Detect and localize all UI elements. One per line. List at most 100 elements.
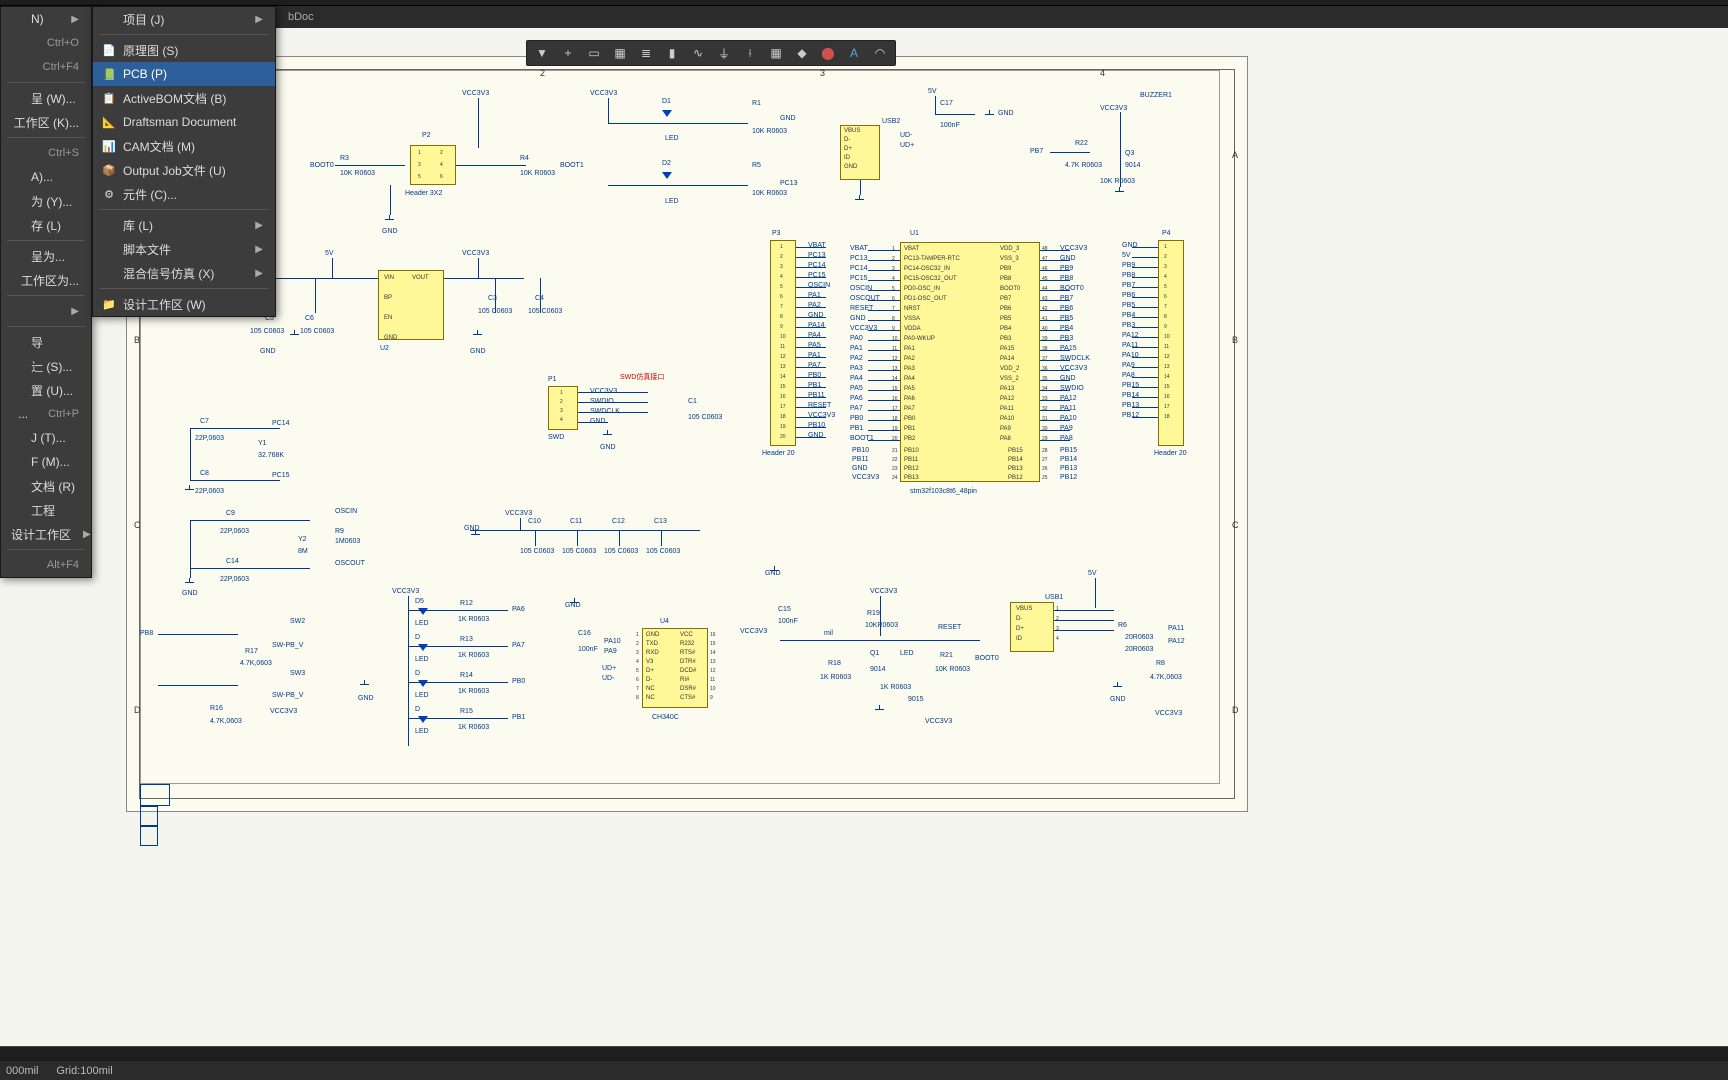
- wire: [796, 337, 826, 338]
- sch-text: PA4: [904, 376, 915, 382]
- menu-item[interactable]: 工程: [1, 498, 91, 522]
- menu-item[interactable]: 工作区为...: [1, 268, 91, 292]
- sch-text: PB6: [1000, 306, 1011, 312]
- floating-toolbar[interactable]: ▼+▭▦≣▮∿⏚⟊▦◆⬤A◠: [526, 40, 896, 66]
- menu-item[interactable]: Ctrl+S: [1, 141, 91, 165]
- dim-button[interactable]: ⟊: [739, 42, 761, 64]
- side-letter: A: [1232, 150, 1238, 160]
- group-button[interactable]: ▦: [609, 42, 631, 64]
- wave-button[interactable]: ∿: [687, 42, 709, 64]
- menu-item[interactable]: 呈为...: [1, 244, 91, 268]
- menu-item[interactable]: 辷 (S)...: [1, 354, 91, 378]
- sch-text: VCC3V3: [590, 90, 617, 97]
- wire: [780, 640, 980, 641]
- sch-text: PB13: [1060, 465, 1077, 472]
- sch-text: 5V: [1088, 570, 1097, 577]
- sch-text: 1: [1056, 606, 1059, 612]
- menu-item[interactable]: 工作区 (K)...: [1, 110, 91, 134]
- sch-text: PB13: [904, 475, 919, 481]
- menu-item[interactable]: 📋ActiveBOM文档 (B): [93, 86, 275, 110]
- menu-item[interactable]: 📐Draftsman Document: [93, 110, 275, 134]
- menu-item[interactable]: Ctrl+F4: [1, 55, 91, 79]
- vline-button[interactable]: ▮: [661, 42, 683, 64]
- menu-item[interactable]: 文档 (R): [1, 474, 91, 498]
- wire: [1120, 167, 1121, 187]
- sch-text: 1K R0603: [458, 688, 489, 695]
- align-button[interactable]: ≣: [635, 42, 657, 64]
- menu-item[interactable]: 脚本文件▶: [93, 237, 275, 261]
- menu-item[interactable]: 存 (L): [1, 213, 91, 237]
- text-button[interactable]: A: [843, 42, 865, 64]
- arc-button[interactable]: ◠: [869, 42, 891, 64]
- menu-item[interactable]: 库 (L)▶: [93, 213, 275, 237]
- sch-text: 7: [636, 686, 639, 692]
- menu-item[interactable]: 呈 (W)...: [1, 86, 91, 110]
- menu-item[interactable]: 📗PCB (P): [93, 62, 275, 86]
- sch-text: D5: [415, 598, 424, 605]
- menu-item[interactable]: 为 (Y)...: [1, 189, 91, 213]
- sch-text: D+: [844, 146, 852, 152]
- sch-text: 39: [1042, 336, 1048, 342]
- menu-item[interactable]: Ctrl+O: [1, 31, 91, 55]
- menu-item[interactable]: 置 (U)...: [1, 378, 91, 402]
- new-submenu[interactable]: 项目 (J)▶ 📄原理图 (S)📗PCB (P)📋ActiveBOM文档 (B)📐…: [92, 6, 276, 317]
- chip-button[interactable]: ▦: [765, 42, 787, 64]
- menu-item[interactable]: ⚙元件 (C)...: [93, 182, 275, 206]
- sch-text: PB11: [852, 456, 869, 463]
- sch-text: 13: [780, 364, 786, 370]
- sch-text: NRST: [904, 306, 920, 312]
- sch-text: PB11: [904, 457, 918, 463]
- wire: [868, 340, 900, 341]
- rect-button[interactable]: ▭: [583, 42, 605, 64]
- sch-text: 45: [1042, 276, 1048, 282]
- sch-text: DTR#: [680, 659, 696, 665]
- menu-item[interactable]: ▶: [1, 299, 91, 323]
- menu-item[interactable]: 📄原理图 (S): [93, 38, 275, 62]
- sch-text: BUZZER1: [1140, 92, 1172, 99]
- sch-text: GND: [1110, 696, 1126, 703]
- sch-text: V3: [646, 659, 653, 665]
- sch-text: PA11: [1000, 406, 1014, 412]
- menu-item[interactable]: F (M)...: [1, 450, 91, 474]
- sch-text: 44: [1042, 286, 1048, 292]
- sch-text: PA14: [1000, 356, 1014, 362]
- sch-text: D: [415, 706, 420, 713]
- net-button[interactable]: ⬤: [817, 42, 839, 64]
- sch-text: 2: [1164, 254, 1167, 260]
- wire: [456, 165, 526, 166]
- filter-button[interactable]: ▼: [531, 42, 553, 64]
- tab-active[interactable]: bDoc: [280, 11, 322, 23]
- wire: [1040, 310, 1070, 311]
- wire: [796, 267, 826, 268]
- sch-text: 2: [440, 150, 443, 156]
- sch-text: PB12: [1060, 474, 1077, 481]
- menu-item[interactable]: 混合信号仿真 (X)▶: [93, 261, 275, 285]
- wire: [796, 377, 826, 378]
- tag-button[interactable]: ◆: [791, 42, 813, 64]
- wire: [390, 185, 391, 215]
- menu-item[interactable]: 📁设计工作区 (W): [93, 292, 275, 316]
- gnd-button[interactable]: ⏚: [713, 42, 735, 64]
- menu-item[interactable]: A)...: [1, 165, 91, 189]
- menu-item[interactable]: N)▶: [1, 7, 91, 31]
- menu-item[interactable]: ...Ctrl+P: [1, 402, 91, 426]
- file-menu[interactable]: N)▶Ctrl+OCtrl+F4 呈 (W)...工作区 (K)... Ctrl+S…: [0, 6, 92, 578]
- menu-item[interactable]: 项目 (J)▶: [93, 7, 275, 31]
- menu-item[interactable]: 📊CAM文档 (M): [93, 134, 275, 158]
- sch-text: 105 C0603: [688, 414, 722, 421]
- menu-item[interactable]: J (T)...: [1, 426, 91, 450]
- sch-text: SW3: [290, 670, 305, 677]
- menu-item[interactable]: 设计工作区▶: [1, 522, 91, 546]
- sch-text: LED: [900, 650, 914, 657]
- plus-button[interactable]: +: [557, 42, 579, 64]
- wire: [796, 317, 826, 318]
- sch-text: 2: [636, 641, 639, 647]
- sch-text: RTS#: [680, 650, 695, 656]
- sch-text: 3: [1164, 264, 1167, 270]
- menu-item[interactable]: Alt+F4: [1, 553, 91, 577]
- wire: [1132, 397, 1158, 398]
- menu-item[interactable]: 导: [1, 330, 91, 354]
- sch-text: 16: [780, 394, 786, 400]
- panel-divider[interactable]: [0, 1046, 1728, 1060]
- menu-item[interactable]: 📦Output Job文件 (U): [93, 158, 275, 182]
